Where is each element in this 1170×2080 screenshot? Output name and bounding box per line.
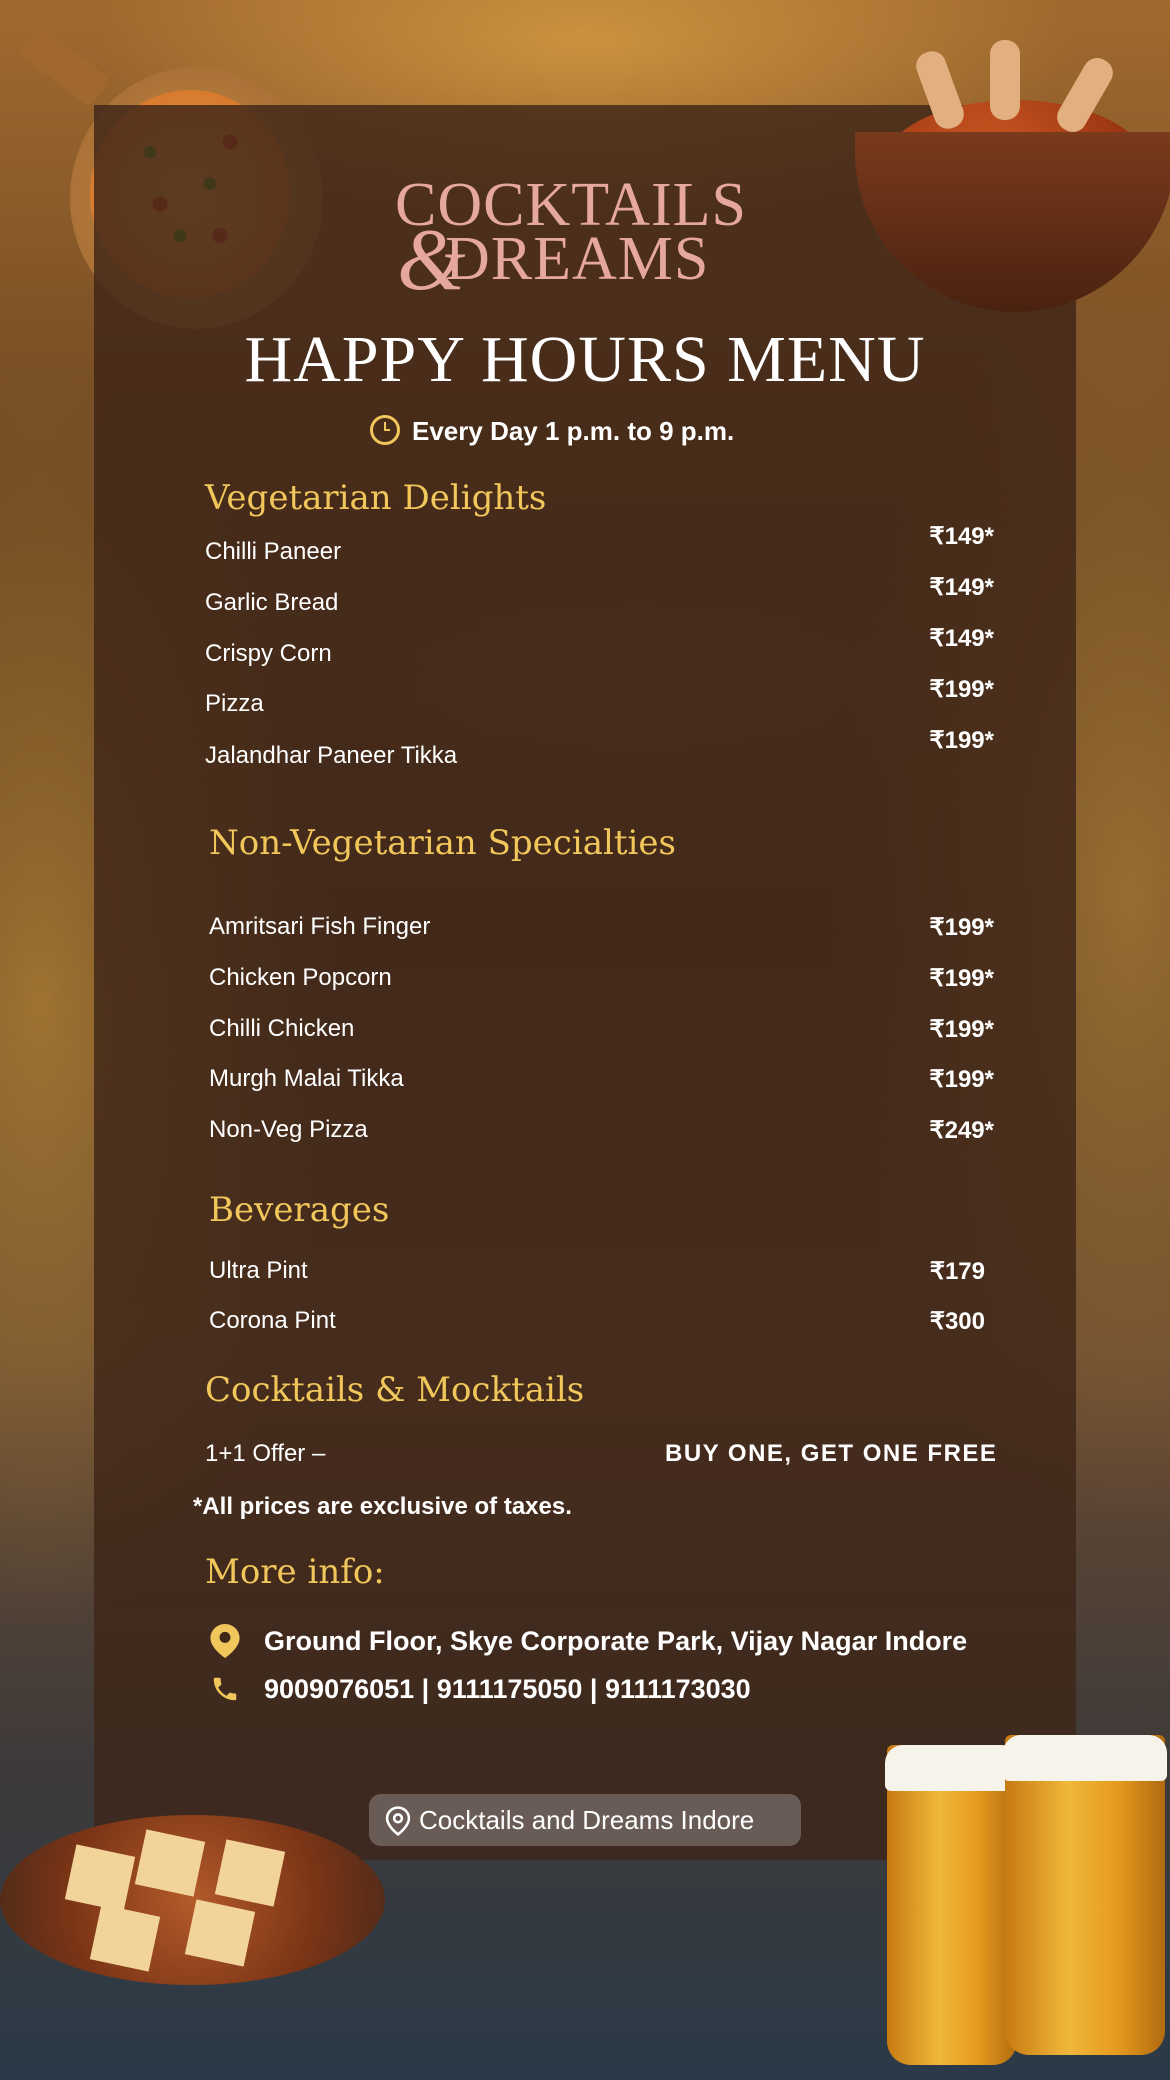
menu-item-name: Pizza: [205, 690, 264, 717]
phone-numbers[interactable]: 9009076051 | 9111175050 | 9111173030: [264, 1674, 751, 1705]
page-title: HAPPY HOURS MENU: [244, 323, 926, 396]
phone-icon: [213, 1677, 237, 1701]
menu-item-price: ₹249*: [929, 1117, 994, 1144]
offer-label: 1+1 Offer –: [205, 1440, 326, 1467]
offer-value: BUY ONE, GET ONE FREE: [665, 1440, 998, 1467]
menu-item-price: ₹199*: [929, 676, 994, 703]
section-heading-nonveg: Non-Vegetarian Specialties: [209, 823, 676, 863]
paneer-cube: [214, 1839, 286, 1907]
paneer-cube: [184, 1899, 256, 1967]
location-pin-icon: [210, 1624, 240, 1658]
menu-item-name: Amritsari Fish Finger: [209, 913, 431, 940]
menu-item-price: ₹300: [929, 1308, 985, 1335]
menu-item-price: ₹199*: [929, 1066, 994, 1093]
address-text: Ground Floor, Skye Corporate Park, Vijay…: [264, 1626, 968, 1656]
menu-item-price: ₹199*: [929, 914, 994, 941]
beer-glass-image: [1003, 1735, 1167, 2055]
menu-item-name: Garlic Bread: [205, 589, 339, 616]
menu-item-price: ₹149*: [929, 523, 994, 550]
menu-item-name: Crispy Corn: [205, 640, 332, 667]
map-button-label: Cocktails and Dreams Indore: [419, 1805, 755, 1835]
menu-item-price: ₹199*: [929, 1016, 994, 1043]
menu-item-name: Non-Veg Pizza: [209, 1116, 368, 1143]
menu-item-name: Chilli Chicken: [209, 1015, 355, 1042]
section-heading-veg: Vegetarian Delights: [205, 478, 547, 518]
clock-icon: [370, 415, 400, 446]
menu-item-name: Chicken Popcorn: [209, 964, 392, 991]
menu-item-price: ₹149*: [929, 625, 994, 652]
menu-item-price: ₹199*: [929, 727, 994, 754]
menu-item-price: ₹149*: [929, 574, 994, 601]
brand-logo: COCKTAILS & DREAMS: [395, 170, 775, 309]
beer-foam: [1003, 1735, 1167, 1781]
beer-glass-image: [885, 1745, 1019, 2065]
beer-foam: [885, 1745, 1019, 1791]
menu-item-price: ₹179: [929, 1258, 985, 1285]
menu-item-name: Jalandhar Paneer Tikka: [205, 742, 458, 769]
paneer-cube: [134, 1829, 206, 1897]
location-pin-icon: [385, 1806, 411, 1836]
menu-item-name: Chilli Paneer: [205, 538, 342, 565]
map-location-button[interactable]: Cocktails and Dreams Indore: [369, 1794, 801, 1846]
logo-line2: DREAMS: [445, 225, 710, 293]
tax-note: *All prices are exclusive of taxes.: [193, 1493, 572, 1520]
menu-item-name: Corona Pint: [209, 1307, 336, 1334]
menu-item-name: Ultra Pint: [209, 1257, 308, 1284]
section-heading-info: More info:: [205, 1552, 385, 1592]
section-heading-cocktails: Cocktails & Mocktails: [205, 1370, 585, 1410]
hours-text: Every Day 1 p.m. to 9 p.m.: [412, 416, 735, 446]
section-heading-beverages: Beverages: [209, 1190, 390, 1230]
paneer-cube: [64, 1844, 136, 1912]
menu-item-name: Murgh Malai Tikka: [209, 1065, 404, 1092]
hours-line: Every Day 1 p.m. to 9 p.m.: [370, 415, 735, 448]
menu-item-price: ₹199*: [929, 965, 994, 992]
paneer-cube: [89, 1904, 161, 1972]
drumstick: [990, 40, 1020, 120]
